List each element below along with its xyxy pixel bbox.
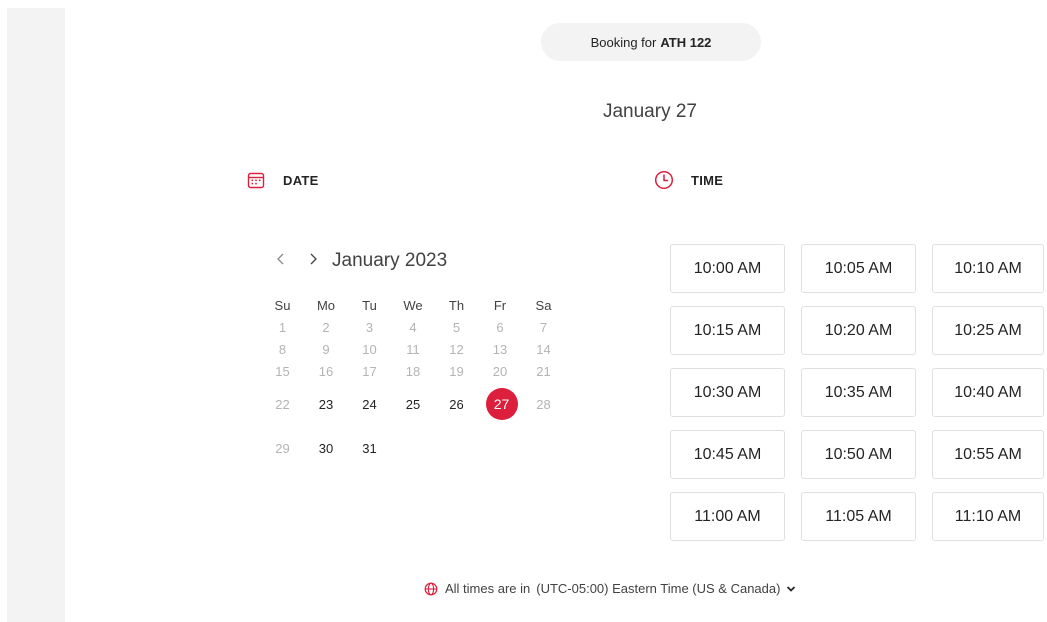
chevron-down-icon: [786, 585, 796, 593]
time-slot-button[interactable]: 10:45 AM: [670, 430, 785, 479]
calendar-day: 18: [405, 363, 421, 379]
calendar-day: 13: [492, 341, 508, 357]
calendar-day: 3: [365, 319, 374, 335]
calendar-day: 16: [318, 363, 334, 379]
calendar-day[interactable]: 25: [399, 397, 428, 412]
calendar-day: 29: [275, 440, 290, 456]
calendar-day: 22: [275, 396, 290, 412]
time-slot-button[interactable]: 10:50 AM: [801, 430, 916, 479]
chevron-left-icon: [276, 252, 286, 271]
calendar-day: 9: [322, 341, 330, 357]
time-slot-button[interactable]: 10:05 AM: [801, 244, 916, 293]
time-section-header: TIME: [654, 170, 723, 190]
calendar-week-row: 29 30 31: [268, 426, 564, 470]
calendar-day[interactable]: 31: [355, 441, 384, 456]
calendar-day: 11: [406, 341, 420, 357]
time-slot-button[interactable]: 10:30 AM: [670, 368, 785, 417]
chevron-right-icon: [308, 252, 318, 271]
calendar-day[interactable]: 23: [312, 397, 341, 412]
booking-resource: ATH 122: [660, 34, 712, 50]
time-slot-button[interactable]: 10:00 AM: [670, 244, 785, 293]
time-slot-button[interactable]: 10:40 AM: [932, 368, 1044, 417]
calendar-month-label: January 2023: [332, 250, 448, 271]
calendar-day: 19: [449, 363, 464, 379]
calendar-day: 10: [362, 341, 377, 357]
calendar-day: 20: [492, 363, 508, 379]
calendar-day: 28: [536, 396, 551, 412]
time-slot-button[interactable]: 10:35 AM: [801, 368, 916, 417]
timezone-row: All times are in (UTC-05:00) Eastern Tim…: [424, 581, 796, 596]
clock-icon: [654, 170, 674, 190]
calendar-day: 8: [278, 341, 287, 357]
weekday-label: Fr: [493, 297, 507, 313]
date-section-label: DATE: [283, 172, 319, 188]
globe-icon: [424, 582, 438, 596]
time-slot-button[interactable]: 10:25 AM: [932, 306, 1044, 355]
calendar-day[interactable]: 24: [355, 397, 384, 412]
timezone-value: (UTC-05:00) Eastern Time (US & Canada): [536, 581, 781, 596]
calendar-day[interactable]: 30: [312, 441, 341, 456]
selected-date-title: January 27: [602, 101, 697, 122]
calendar-grid: Su Mo Tu We Th Fr Sa 1 2 3 4 5 6 7 8 9 10 11 12 13 14 15 16 17 1…: [268, 294, 564, 470]
calendar-navigation: January 2023: [270, 250, 447, 272]
weekday-label: Su: [274, 297, 291, 313]
calendar-day: 7: [539, 319, 548, 335]
calendar-day: 12: [449, 341, 464, 357]
calendar-week-row: 1 2 3 4 5 6 7: [268, 316, 564, 338]
calendar-icon: [246, 170, 266, 190]
selected-day-number: 27: [485, 388, 518, 420]
timezone-prefix: All times are in: [445, 581, 531, 596]
time-section-label: TIME: [691, 172, 724, 188]
calendar-day: 2: [322, 319, 330, 335]
booking-for-pill: Booking for ATH 122: [541, 23, 761, 61]
time-slot-button[interactable]: 10:20 AM: [801, 306, 916, 355]
calendar-day: 4: [409, 319, 417, 335]
calendar-week-row: 15 16 17 18 19 20 21: [268, 360, 564, 382]
weekday-label: We: [403, 297, 423, 313]
weekday-label: Sa: [535, 297, 552, 313]
calendar-day: 1: [278, 319, 287, 335]
calendar-week-row: 8 9 10 11 12 13 14: [268, 338, 564, 360]
time-slot-button[interactable]: 10:15 AM: [670, 306, 785, 355]
weekday-label: Tu: [362, 297, 377, 313]
time-slot-grid: 10:00 AM 10:05 AM 10:10 AM 10:15 AM 10:20 AM…: [670, 244, 1044, 541]
calendar-day: 14: [536, 341, 551, 357]
weekday-header-row: Su Mo Tu We Th Fr Sa: [268, 294, 564, 316]
calendar-day[interactable]: 26: [442, 397, 471, 412]
booking-prefix: Booking for: [590, 34, 657, 50]
date-section-header: DATE: [246, 170, 319, 190]
weekday-label: Mo: [316, 297, 336, 313]
time-slot-button[interactable]: 11:05 AM: [801, 492, 916, 541]
left-rail: [7, 8, 65, 622]
calendar-day: 15: [275, 363, 290, 379]
calendar-day: 21: [536, 363, 551, 379]
time-slot-button[interactable]: 10:10 AM: [932, 244, 1044, 293]
time-slot-button[interactable]: 11:10 AM: [932, 492, 1044, 541]
calendar-day: 17: [362, 363, 377, 379]
previous-month-button[interactable]: [270, 250, 292, 272]
calendar-day: 5: [452, 319, 461, 335]
next-month-button[interactable]: [302, 250, 324, 272]
time-slot-button[interactable]: 11:00 AM: [670, 492, 785, 541]
time-slot-button[interactable]: 10:55 AM: [932, 430, 1044, 479]
timezone-select[interactable]: (UTC-05:00) Eastern Time (US & Canada): [536, 581, 796, 596]
weekday-label: Th: [448, 297, 465, 313]
calendar-day-selected[interactable]: 27: [485, 388, 518, 420]
calendar-day: 6: [496, 319, 504, 335]
calendar-week-row: 22 23 24 25 26 27 28: [268, 382, 564, 426]
